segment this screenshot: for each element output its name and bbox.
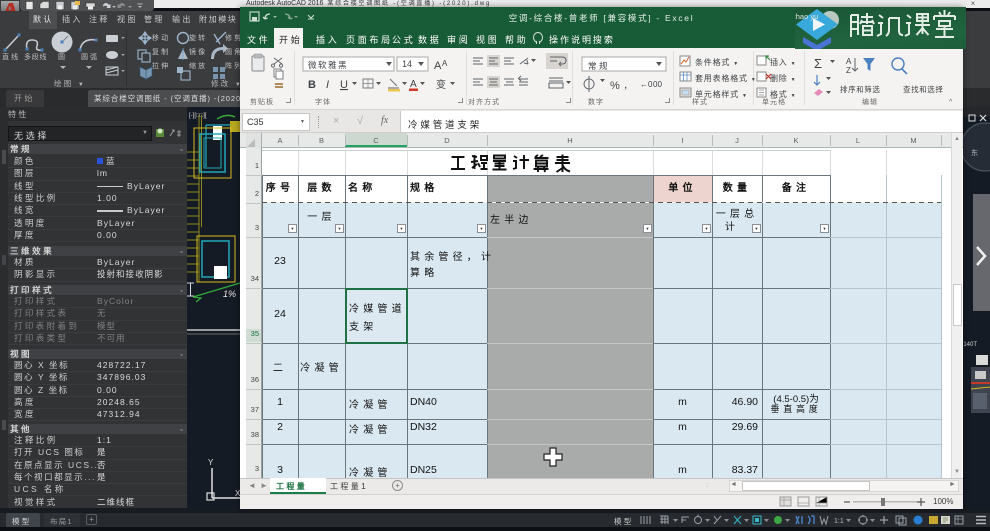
svg-text:B: B	[308, 79, 316, 91]
svg-text:A: A	[846, 57, 852, 66]
svg-text:,: ,	[624, 77, 627, 91]
svg-text:Σ: Σ	[814, 56, 822, 71]
svg-text:1:1: 1:1	[834, 518, 844, 525]
svg-text:[-][□□][: [-][□□][	[189, 113, 207, 119]
svg-text:zhao yu: zhao yu	[795, 12, 818, 21]
svg-text:%: %	[610, 80, 620, 92]
svg-text:←0: ←0	[640, 80, 653, 89]
svg-text:U: U	[340, 79, 348, 91]
svg-text:00: 00	[653, 80, 662, 89]
svg-text:A: A	[442, 59, 448, 68]
svg-text:东: 东	[971, 148, 978, 157]
svg-text:A: A	[434, 60, 442, 72]
svg-text:变: 变	[436, 78, 448, 91]
svg-text:-3140T: -3140T	[963, 342, 977, 348]
svg-text:Z: Z	[846, 66, 851, 75]
svg-text:I: I	[326, 79, 329, 91]
svg-text:1%: 1%	[223, 289, 236, 299]
svg-text:A: A	[410, 79, 417, 90]
svg-text:Y: Y	[208, 458, 214, 467]
